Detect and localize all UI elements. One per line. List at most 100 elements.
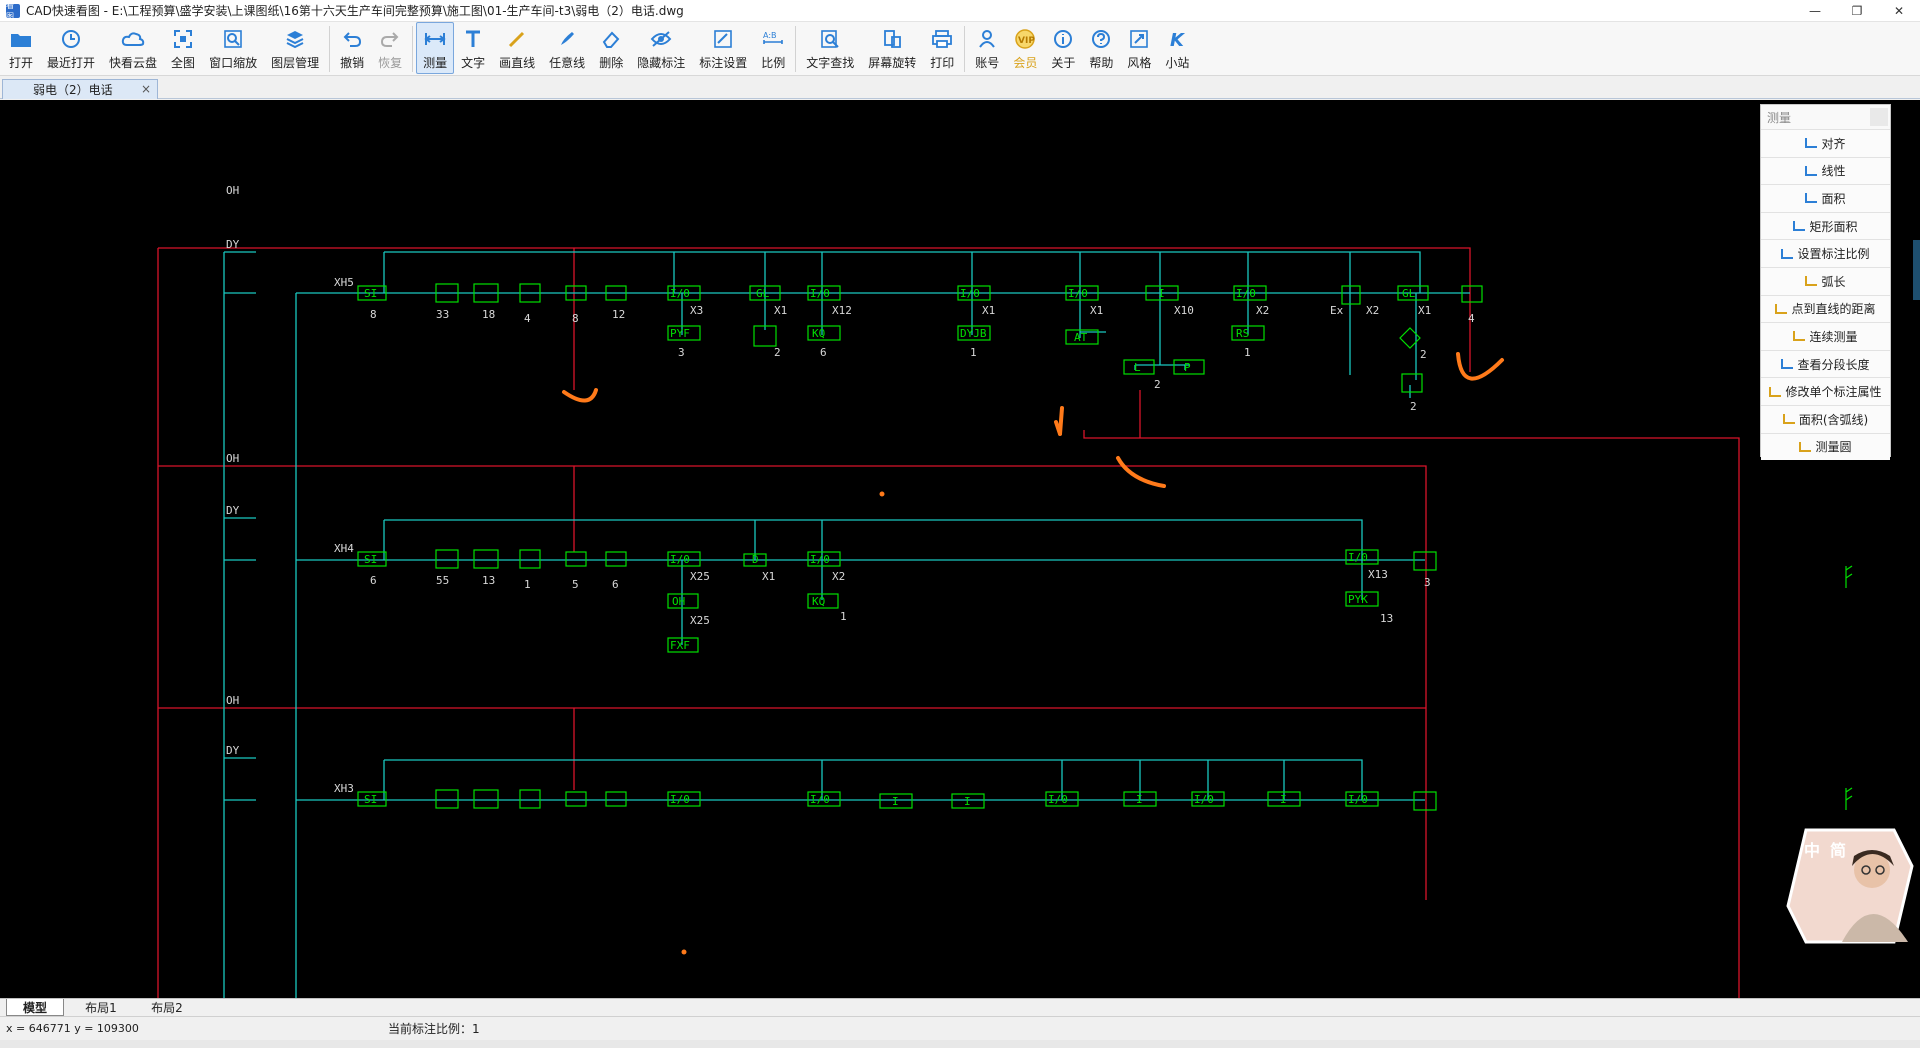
tab-model[interactable]: 模型 <box>6 999 64 1016</box>
measure-item-label: 连续测量 <box>1809 329 1858 344</box>
cloud-label: 快看云盘 <box>109 56 158 70</box>
findtext-button[interactable]: 文字查找 <box>799 22 861 74</box>
minimize-button[interactable]: — <box>1794 0 1836 22</box>
fit-button[interactable]: 全图 <box>164 22 202 74</box>
document-tab[interactable]: 弱电（2）电话 × <box>2 79 158 99</box>
num-2b: 55 <box>436 574 449 587</box>
node-si-1: SI <box>364 287 377 300</box>
measure-item-9[interactable]: 修改单个标注属性 <box>1761 377 1890 405</box>
help-label: 帮助 <box>1089 56 1114 70</box>
measure-tool-icon <box>1782 414 1795 425</box>
measure-item-8[interactable]: 查看分段长度 <box>1761 349 1890 378</box>
num-1b: 33 <box>436 308 449 321</box>
fit-icon <box>171 27 195 51</box>
measure-panel-close-button[interactable] <box>1870 108 1888 126</box>
node-io-2b: I/0 <box>810 553 830 566</box>
tab-close-icon[interactable]: × <box>141 82 151 96</box>
line-button[interactable]: 画直线 <box>492 22 542 74</box>
status-bar: x = 646771 y = 109300 当前标注比例：1 <box>0 1016 1920 1040</box>
measure-item-5[interactable]: 弧长 <box>1761 266 1890 295</box>
line-label: 画直线 <box>499 56 536 70</box>
measure-item-4[interactable]: 设置标注比例 <box>1761 239 1890 267</box>
measure-item-label: 面积(含弧线) <box>1798 412 1869 427</box>
num-2a: 6 <box>370 574 377 587</box>
drawing-canvas[interactable]: OH DY XH5 SI I/0 GL I/0 I/0 I/0 I I/0 GL… <box>0 100 1920 998</box>
printer-icon <box>930 27 954 51</box>
measure-icon <box>423 27 447 51</box>
num-1g: 3 <box>678 346 685 359</box>
clock-icon <box>59 27 83 51</box>
tab-layout2[interactable]: 布局2 <box>136 999 198 1016</box>
tab-layout1[interactable]: 布局1 <box>70 999 132 1016</box>
measure-tool-icon <box>1769 386 1782 397</box>
redo-button[interactable]: 恢复 <box>371 22 409 74</box>
label-dy-1: DY <box>226 238 240 251</box>
redo-label: 恢复 <box>378 56 403 70</box>
node-io-3c: I/0 <box>1048 793 1068 806</box>
hide-label: 隐藏标注 <box>637 56 686 70</box>
markset-button[interactable]: 标注设置 <box>692 22 754 74</box>
box-rs: RS <box>1236 327 1249 340</box>
fit-label: 全图 <box>171 56 196 70</box>
text-label: 文字 <box>461 56 486 70</box>
style-button[interactable]: 风格 <box>1120 22 1158 74</box>
current-scale: 当前标注比例：1 <box>388 1022 480 1036</box>
measure-item-0[interactable]: 对齐 <box>1761 129 1890 157</box>
measure-tool-icon <box>1805 165 1818 176</box>
measure-tool-icon <box>1793 331 1806 342</box>
vip-button[interactable]: VIP 会员 <box>1006 22 1044 74</box>
about-button[interactable]: 关于 <box>1044 22 1082 74</box>
text-button[interactable]: 文字 <box>454 22 492 74</box>
zoom-icon <box>221 27 245 51</box>
measure-item-6[interactable]: 点到直线的距离 <box>1761 294 1890 323</box>
label-dy-3: DY <box>226 744 240 757</box>
undo-button[interactable]: 撤销 <box>333 22 371 74</box>
node-label-1h: X2 <box>1366 304 1379 317</box>
measure-item-label: 弧长 <box>1821 274 1846 289</box>
print-button[interactable]: 打印 <box>923 22 961 74</box>
mark-settings-icon <box>711 27 735 51</box>
rotate-button[interactable]: 屏幕旋转 <box>861 22 923 74</box>
box-p: P <box>1184 361 1191 374</box>
node-label-2a: X25 <box>690 570 710 583</box>
layers-button[interactable]: 图层管理 <box>264 22 326 74</box>
close-button[interactable]: ✕ <box>1878 0 1920 22</box>
restore-button[interactable]: ❐ <box>1836 0 1878 22</box>
measure-item-1[interactable]: 线性 <box>1761 156 1890 185</box>
find-text-icon <box>818 27 842 51</box>
style-icon <box>1127 27 1151 51</box>
hide-button[interactable]: 隐藏标注 <box>630 22 692 74</box>
account-button[interactable]: 账号 <box>968 22 1006 74</box>
box-kq-1: KQ <box>812 327 825 340</box>
folder-icon <box>9 27 33 51</box>
box-dyjb: DYJB <box>960 327 987 340</box>
node-gl-1: GL <box>756 287 770 300</box>
node-label-2b: X1 <box>762 570 775 583</box>
help-button[interactable]: 帮助 <box>1082 22 1120 74</box>
measure-item-2[interactable]: 面积 <box>1761 184 1890 212</box>
zoom-button[interactable]: 窗口缩放 <box>202 22 264 74</box>
cloud-button[interactable]: 快看云盘 <box>102 22 164 74</box>
measure-tool-icon <box>1775 303 1788 314</box>
measure-item-3[interactable]: 矩形面积 <box>1761 211 1890 240</box>
recent-button[interactable]: 最近打开 <box>40 22 102 74</box>
erase-button[interactable]: 删除 <box>592 22 630 74</box>
measure-item-11[interactable]: 测量圆 <box>1761 432 1890 461</box>
measure-item-7[interactable]: 连续测量 <box>1761 322 1890 350</box>
rotate-label: 屏幕旋转 <box>868 56 917 70</box>
measure-item-label: 查看分段长度 <box>1797 357 1870 372</box>
num-1h: 2 <box>774 346 781 359</box>
measure-button[interactable]: 测量 <box>416 22 455 74</box>
site-button[interactable]: K 小站 <box>1158 22 1196 74</box>
measure-item-label: 面积 <box>1821 191 1846 206</box>
freeline-button[interactable]: 任意线 <box>542 22 592 74</box>
bottom-strip <box>0 1040 1920 1048</box>
redo-icon <box>378 27 402 51</box>
measure-tool-icon <box>1799 441 1812 452</box>
measure-tool-icon <box>1793 221 1806 232</box>
measure-item-10[interactable]: 面积(含弧线) <box>1761 404 1890 433</box>
node-label-1a: X3 <box>690 304 703 317</box>
ratio-button[interactable]: A:B 比例 <box>754 22 792 74</box>
open-button[interactable]: 打开 <box>2 22 40 74</box>
cloud-icon <box>121 27 145 51</box>
